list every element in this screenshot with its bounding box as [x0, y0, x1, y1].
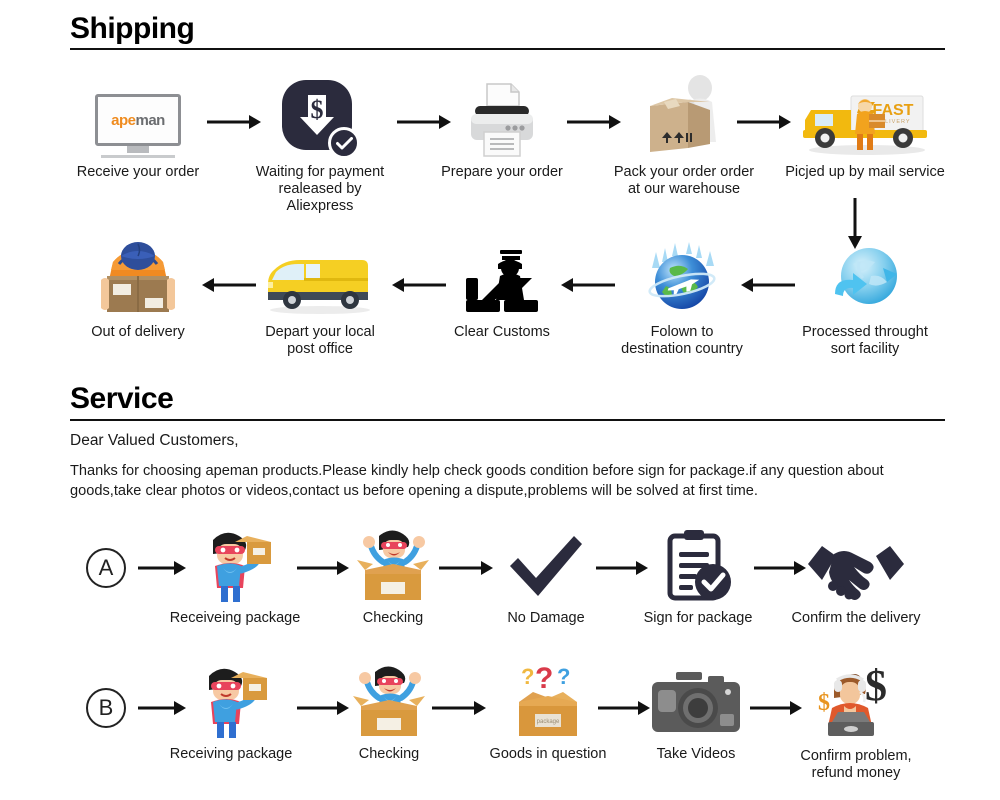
payment-dollar-check-icon: $ [245, 62, 395, 159]
apeman-logo-ape: ape [111, 111, 136, 129]
step-label: Take Videos [656, 746, 736, 762]
service-row-b-marker: B [86, 688, 126, 728]
infographic-page: Shipping apeman Receive your order $ Wai… [0, 0, 1000, 800]
step-label: Out of delivery [91, 324, 185, 340]
step-label: Receive your order [76, 164, 200, 180]
svg-text:$: $ [311, 95, 324, 124]
service-step-b-refund: $ $ Confirm problem, refund money [786, 662, 926, 782]
step-label: Folown to destination country [621, 324, 743, 357]
step-label: Confirm the delivery [791, 610, 921, 626]
step-label: Checking [362, 610, 424, 626]
service-step-b-goods-question: ? ? ? package Goods in question [484, 662, 612, 763]
step-label: Prepare your order [441, 164, 563, 180]
service-greeting: Dear Valued Customers, [70, 432, 239, 449]
support-agent-dollar-icon: $ $ [786, 662, 926, 742]
shipping-divider [70, 48, 945, 50]
step-label: Pack your order order at our warehouse [613, 164, 755, 197]
arrow-left-icon [388, 275, 448, 295]
shipping-step-flown-destination: Folown to destination country [602, 238, 762, 358]
shipping-step-waiting-payment: $ Waiting for payment realeased by Aliex… [245, 62, 395, 215]
service-divider [70, 419, 945, 421]
svg-text:?: ? [521, 664, 534, 689]
monitor-apeman-icon: apeman [64, 72, 212, 158]
shipping-step-picked-up: FAST DELIVERY Picjed up by mail service [780, 72, 950, 181]
yellow-van-icon [245, 240, 395, 318]
shipping-step-pack-order: Pack your order order at our warehouse [604, 72, 764, 198]
checkmark-icon [488, 530, 604, 604]
hero-in-box-icon [336, 530, 450, 604]
svg-text:$: $ [865, 662, 887, 710]
service-section-title: Service [70, 382, 174, 415]
box-question-marks-icon: ? ? ? package [484, 662, 612, 740]
apeman-logo-man: man [135, 111, 166, 129]
service-step-a-receiving: Receiveing package [164, 530, 306, 627]
shipping-step-out-of-delivery: Out of delivery [64, 234, 212, 341]
shipping-step-receive-order: apeman Receive your order [64, 72, 212, 181]
shipping-section-title: Shipping [70, 12, 195, 45]
step-label: Confirm problem, refund money [800, 748, 912, 781]
step-label: Receiving package [169, 746, 293, 762]
service-step-a-checking: Checking [336, 530, 450, 627]
step-label: Receiveing package [169, 610, 301, 626]
service-paragraph: Thanks for choosing apeman products.Plea… [70, 463, 884, 499]
svg-text:$: $ [818, 690, 830, 716]
shipping-step-depart-post-office: Depart your local post office [245, 240, 395, 358]
step-label: Depart your local post office [265, 324, 375, 357]
step-label: Processed throught sort facility [802, 324, 928, 357]
shipping-step-prepare-order: Prepare your order [432, 72, 572, 181]
courier-carrying-box-icon [64, 234, 212, 318]
step-label: Sign for package [643, 610, 753, 626]
service-step-b-checking: Checking [332, 666, 446, 763]
step-label: Clear Customs [454, 324, 550, 340]
service-step-a-sign: Sign for package [634, 530, 762, 627]
fast-delivery-truck-icon: FAST DELIVERY [780, 72, 950, 158]
service-row-a-marker: A [86, 548, 126, 588]
handshake-icon [786, 530, 926, 604]
globe-sort-arrow-icon [780, 240, 950, 318]
shipping-step-clear-customs: Clear Customs [432, 240, 572, 341]
hero-in-box-icon [332, 666, 446, 740]
globe-airplane-icon [602, 238, 762, 318]
shipping-step-sort-facility: Processed throught sort facility [780, 240, 950, 358]
svg-text:package: package [537, 719, 560, 725]
customs-officer-icon [432, 240, 572, 318]
service-step-a-confirm: Confirm the delivery [786, 530, 926, 627]
arrow-right-icon [430, 698, 488, 718]
step-label: Checking [358, 746, 420, 762]
step-label: Waiting for payment realeased by Aliexpr… [255, 164, 385, 214]
svg-text:?: ? [535, 662, 553, 695]
service-step-b-receiving: Receiving package [160, 666, 302, 763]
service-step-b-take-videos: Take Videos [640, 666, 752, 763]
step-label: Picjed up by mail service [785, 164, 945, 180]
printer-icon [432, 72, 572, 158]
clipboard-check-icon [634, 530, 762, 604]
arrow-right-icon [437, 558, 495, 578]
service-step-a-no-damage: No Damage [488, 530, 604, 627]
hero-holding-box-icon [160, 666, 302, 740]
svg-text:?: ? [557, 664, 570, 689]
hero-holding-box-icon [164, 530, 306, 604]
step-label: No Damage [507, 610, 585, 626]
step-label: Goods in question [489, 746, 607, 762]
camera-icon [640, 666, 752, 740]
